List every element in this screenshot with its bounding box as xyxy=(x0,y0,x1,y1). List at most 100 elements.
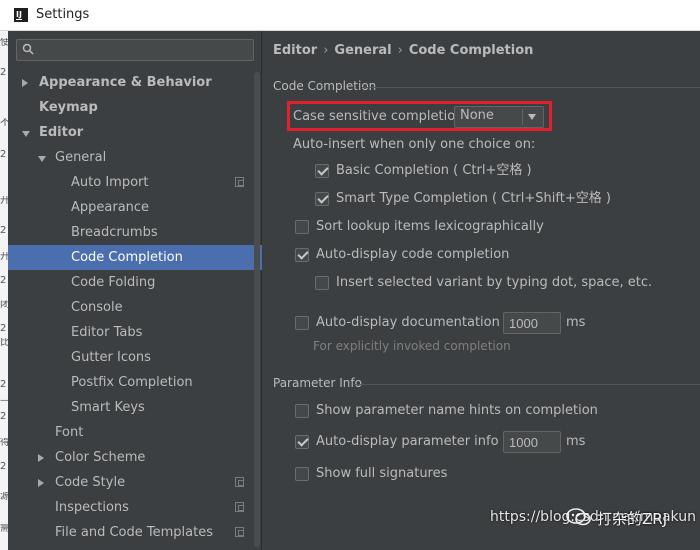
background-glyph: — xyxy=(0,396,8,406)
settings-content: Editor › General › Code Completion Code Comp… xyxy=(262,31,700,550)
sidebar-item-appearance-behavior[interactable]: Appearance & Behavior xyxy=(8,70,262,95)
sidebar-item-label: Editor Tabs xyxy=(71,325,143,340)
background-glyph: 使 xyxy=(0,38,8,48)
show-full-signatures-checkbox[interactable] xyxy=(295,467,309,481)
chevron-right-icon[interactable] xyxy=(22,79,28,87)
sidebar-item-label: Smart Keys xyxy=(71,400,145,415)
search-icon[interactable] xyxy=(22,43,34,57)
watermark-brand: 打杂的ZRJ xyxy=(597,510,668,528)
breadcrumb: Editor › General › Code Completion xyxy=(273,43,533,61)
auto-display-completion-checkbox[interactable] xyxy=(295,248,309,262)
auto-display-documentation-checkbox[interactable] xyxy=(295,316,309,330)
background-glyph: 开 xyxy=(0,196,8,206)
documentation-delay-unit: ms xyxy=(566,315,586,330)
auto-display-documentation-label: Auto-display documentation in xyxy=(316,315,516,330)
chevron-right-icon[interactable] xyxy=(38,479,44,487)
sidebar-item-code-style[interactable]: Code Style xyxy=(8,470,262,495)
sidebar-item-font[interactable]: Font xyxy=(8,420,262,445)
background-glyph: 不 xyxy=(0,118,8,128)
settings-search-box[interactable] xyxy=(16,39,254,61)
background-glyph: 2 xyxy=(0,150,7,160)
sidebar-scrollbar[interactable] xyxy=(254,72,260,547)
sidebar-item-label: Auto Import xyxy=(71,175,149,190)
smart-type-completion-checkbox[interactable] xyxy=(315,192,329,206)
chevron-down-icon[interactable] xyxy=(22,131,30,137)
sidebar-item-label: Font xyxy=(55,425,84,440)
sidebar-item-label: General xyxy=(55,150,107,165)
sidebar-item-label: Console xyxy=(71,300,123,315)
sidebar-item-smart-keys[interactable]: Smart Keys xyxy=(8,395,262,420)
sidebar-item-gutter-icons[interactable]: Gutter Icons xyxy=(8,345,262,370)
sidebar-item-inspections[interactable]: Inspections xyxy=(8,495,262,520)
sidebar-item-keymap[interactable]: Keymap xyxy=(8,95,262,120)
sidebar-item-label: Appearance & Behavior xyxy=(39,75,212,90)
search-input[interactable] xyxy=(41,42,246,58)
background-glyph: 2 xyxy=(0,68,7,78)
auto-display-param-info-checkbox[interactable] xyxy=(295,435,309,449)
sidebar-item-label: Code Style xyxy=(55,475,126,490)
smart-type-completion-label: Smart Type Completion ( Ctrl+Shift+空格 ) xyxy=(336,191,611,206)
show-full-signatures-label: Show full signatures xyxy=(316,466,448,481)
chevron-right-icon[interactable] xyxy=(38,454,44,462)
documentation-hint: For explicitly invoked completion xyxy=(313,339,511,353)
sidebar-item-file-and-code-templates[interactable]: File and Code Templates xyxy=(8,520,262,545)
sidebar-item-label: File and Code Templates xyxy=(55,525,213,540)
sidebar-item-postfix-completion[interactable]: Postfix Completion xyxy=(8,370,262,395)
sidebar-item-label: Keymap xyxy=(39,100,98,115)
sidebar-item-console[interactable]: Console xyxy=(8,295,262,320)
background-glyph: 2 xyxy=(0,380,7,390)
param-info-delay-input[interactable] xyxy=(503,431,561,453)
breadcrumb-item: General xyxy=(334,43,392,58)
auto-display-completion-label: Auto-display code completion xyxy=(316,247,510,262)
sidebar-item-label: Postfix Completion xyxy=(71,375,193,390)
show-name-hints-checkbox[interactable] xyxy=(295,404,309,418)
sidebar-item-code-completion[interactable]: Code Completion xyxy=(8,245,262,270)
background-glyph: 需 xyxy=(0,524,8,534)
background-glyph: 2 xyxy=(0,324,7,334)
breadcrumb-separator-icon: › xyxy=(323,43,329,58)
sidebar-item-label: Color Scheme xyxy=(55,450,146,465)
param-info-delay-unit: ms xyxy=(566,434,586,449)
sidebar-item-label: Code Completion xyxy=(71,250,183,265)
group-divider xyxy=(362,87,700,88)
basic-completion-checkbox[interactable] xyxy=(315,164,329,178)
sidebar-item-label: Inspections xyxy=(55,500,129,515)
sidebar-item-editor-tabs[interactable]: Editor Tabs xyxy=(8,320,262,345)
intellij-app-icon: IJ xyxy=(14,8,28,22)
project-settings-icon xyxy=(235,177,244,187)
background-glyph: 得 xyxy=(0,438,8,448)
sort-lookup-checkbox[interactable] xyxy=(295,220,309,234)
sidebar-item-label: Code Folding xyxy=(71,275,156,290)
sidebar-item-breadcrumbs[interactable]: Breadcrumbs xyxy=(8,220,262,245)
red-highlight-box xyxy=(287,101,552,131)
auto-display-param-info-label: Auto-display parameter info in xyxy=(316,434,515,449)
sidebar-item-code-folding[interactable]: Code Folding xyxy=(8,270,262,295)
background-glyph: 源 xyxy=(0,492,8,502)
sidebar-item-label: Gutter Icons xyxy=(71,350,151,365)
breadcrumb-item: Editor xyxy=(273,43,318,58)
project-settings-icon xyxy=(235,527,244,537)
parameter-info-group-title: Parameter Info xyxy=(273,376,362,390)
sidebar-item-auto-import[interactable]: Auto Import xyxy=(8,170,262,195)
documentation-delay-input[interactable] xyxy=(503,312,561,334)
breadcrumb-separator-icon: › xyxy=(397,43,403,58)
insert-selected-variant-label: Insert selected variant by typing dot, s… xyxy=(336,275,653,290)
sidebar-item-label: Appearance xyxy=(71,200,150,215)
background-glyph: 2 xyxy=(0,226,7,236)
background-glyph: 2 xyxy=(0,412,7,422)
chevron-down-icon[interactable] xyxy=(38,156,46,162)
sidebar-item-appearance[interactable]: Appearance xyxy=(8,195,262,220)
sidebar-item-editor[interactable]: Editor xyxy=(8,120,262,145)
sidebar-item-label: Editor xyxy=(39,125,84,140)
group-divider xyxy=(354,384,700,385)
project-settings-icon xyxy=(235,502,244,512)
breadcrumb-item: Code Completion xyxy=(408,43,534,58)
insert-selected-variant-checkbox[interactable] xyxy=(315,276,329,290)
show-name-hints-label: Show parameter name hints on completion xyxy=(316,403,598,418)
sidebar-item-general[interactable]: General xyxy=(8,145,262,170)
sidebar-item-color-scheme[interactable]: Color Scheme xyxy=(8,445,262,470)
auto-insert-label: Auto-insert when only one choice on: xyxy=(293,137,536,152)
project-settings-icon xyxy=(235,477,244,487)
sort-lookup-label: Sort lookup items lexicographically xyxy=(316,219,544,234)
title-bar: IJ Settings xyxy=(0,0,700,31)
